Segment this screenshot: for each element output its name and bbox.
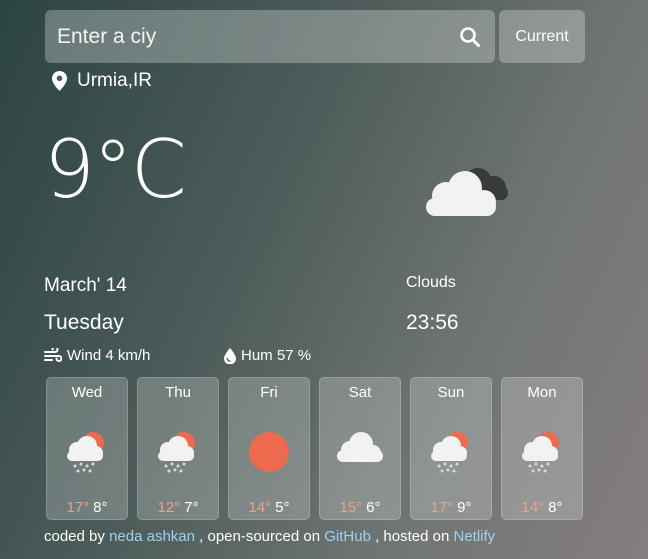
water-drop-icon (224, 347, 236, 364)
search-button[interactable] (445, 10, 495, 63)
cloud-icon (335, 430, 385, 471)
forecast-low: 7° (184, 499, 199, 516)
forecast-low: 8° (548, 499, 563, 516)
current-time: 23:56 (406, 311, 459, 334)
forecast-day: Fri (260, 384, 278, 401)
current-day: Tuesday (44, 311, 124, 334)
search-icon (460, 26, 480, 47)
forecast-day: Sun (437, 384, 465, 401)
footer-hosted: , hosted on (375, 528, 450, 545)
forecast-low: 8° (93, 499, 108, 516)
forecast-temps: 17° 9° (411, 499, 491, 516)
forecast-temps: 15° 6° (320, 499, 400, 516)
forecast-day: Sat (348, 384, 372, 401)
map-pin-icon (52, 71, 67, 91)
sun-cloud-rain-icon (63, 430, 111, 479)
wind-value: Wind 4 km/h (67, 347, 151, 364)
forecast-temps: 14° 8° (502, 499, 582, 516)
location-name: Urmia,IR (77, 70, 152, 91)
sun-icon (247, 430, 291, 479)
footer: coded by neda ashkan , open-sourced on G… (44, 528, 495, 545)
forecast-card: Sat 15° 6° (319, 377, 401, 520)
footer-coded-by: coded by (44, 528, 105, 545)
footer-open-sourced: , open-sourced on (199, 528, 321, 545)
netlify-link[interactable]: Netlify (454, 528, 496, 545)
forecast-high: 12° (157, 499, 181, 516)
forecast-high: 17° (66, 499, 90, 516)
forecast-temps: 14° 5° (229, 499, 309, 516)
wind-icon (44, 348, 62, 362)
forecast-low: 6° (366, 499, 381, 516)
location: Urmia,IR (52, 70, 152, 92)
github-link[interactable]: GitHub (324, 528, 371, 545)
forecast-temps: 17° 8° (47, 499, 127, 516)
current-temperature: 9°C (44, 123, 187, 216)
forecast-day: Thu (165, 384, 191, 401)
forecast-low: 5° (275, 499, 290, 516)
forecast-card: Mon 14° 8° (501, 377, 583, 520)
forecast-temps: 12° 7° (138, 499, 218, 516)
forecast-card: Wed 17° 8° (46, 377, 128, 520)
forecast-card: Sun 17° 9° (410, 377, 492, 520)
forecast-list: Wed 17° 8° Thu 12° 7° Fri 14° 5° Sat 15° 6° … (46, 377, 583, 520)
current-location-button[interactable]: Current (499, 10, 585, 63)
wind-stat: Wind 4 km/h (44, 347, 150, 364)
forecast-day: Mon (527, 384, 557, 401)
sun-cloud-rain-icon (427, 430, 475, 479)
author-link[interactable]: neda ashkan (109, 528, 195, 545)
forecast-high: 14° (248, 499, 272, 516)
humidity-value: Hum 57 % (241, 347, 312, 364)
sun-cloud-rain-icon (154, 430, 202, 479)
forecast-high: 15° (339, 499, 363, 516)
search-bar (45, 10, 495, 63)
forecast-day: Wed (71, 384, 103, 401)
sun-cloud-rain-icon (518, 430, 566, 479)
forecast-card: Fri 14° 5° (228, 377, 310, 520)
forecast-high: 14° (521, 499, 545, 516)
forecast-high: 17° (430, 499, 454, 516)
forecast-low: 9° (457, 499, 472, 516)
forecast-card: Thu 12° 7° (137, 377, 219, 520)
humidity-stat: Hum 57 % (224, 347, 311, 364)
current-date: March' 14 (44, 275, 127, 296)
clouds-icon (426, 168, 508, 216)
weather-description: Clouds (406, 274, 456, 291)
search-input[interactable] (45, 10, 445, 63)
